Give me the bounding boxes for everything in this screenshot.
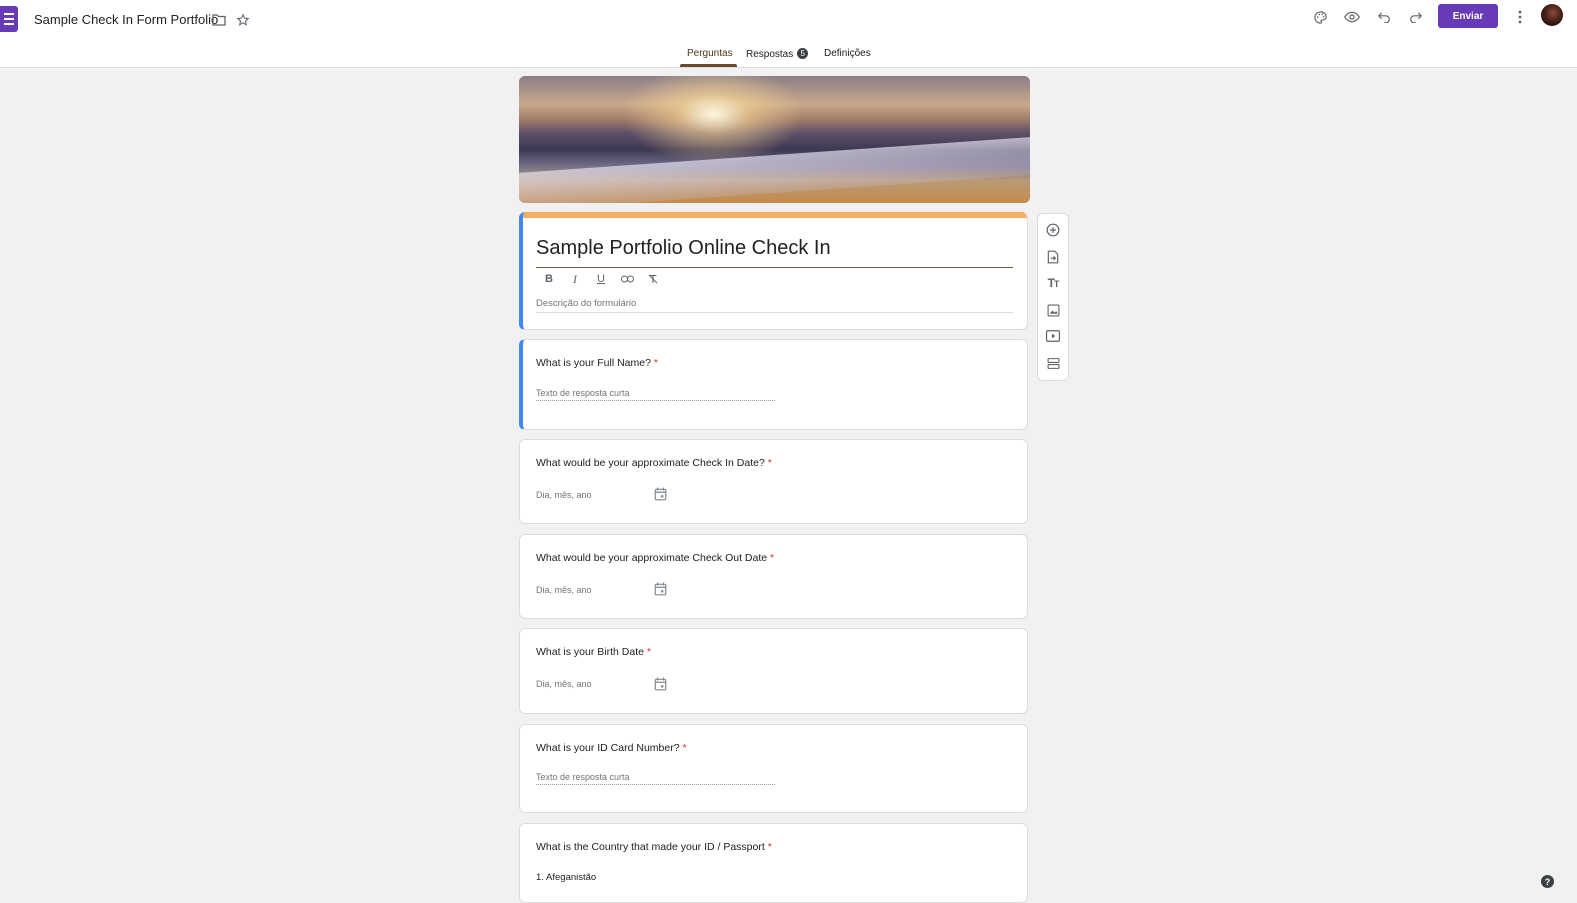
- question-title[interactable]: What would be your approximate Check Out…: [536, 552, 774, 564]
- tab-bar: Perguntas Respostas 5 Definições: [0, 44, 1577, 67]
- required-asterisk: *: [646, 646, 651, 658]
- avatar[interactable]: [1541, 4, 1563, 26]
- question-title-text: What would be your approximate Check In …: [536, 457, 765, 469]
- question-title-text: What would be your approximate Check Out…: [536, 552, 768, 564]
- question-title-text: What is your ID Card Number?: [536, 742, 680, 754]
- question-card[interactable]: What is the Country that made your ID / …: [519, 823, 1028, 903]
- palette-icon[interactable]: [1310, 7, 1330, 27]
- question-title-text: What is your Full Name?: [536, 357, 651, 369]
- document-title[interactable]: Sample Check In Form Portfolio: [34, 12, 218, 27]
- question-title[interactable]: What is your ID Card Number? *: [536, 742, 687, 754]
- required-asterisk: *: [767, 841, 772, 853]
- send-button[interactable]: Enviar: [1438, 4, 1498, 28]
- more-options-icon[interactable]: [1510, 7, 1530, 27]
- add-video-icon[interactable]: [1045, 328, 1061, 344]
- header-image: [519, 76, 1030, 203]
- active-tab-indicator: [680, 64, 737, 67]
- question-title[interactable]: What would be your approximate Check In …: [536, 457, 772, 469]
- question-title-text: What is your Birth Date: [536, 646, 644, 658]
- question-card[interactable]: What would be your approximate Check Out…: [519, 534, 1028, 619]
- date-field: Dia, mês, ano: [536, 585, 592, 595]
- question-title-text: What is the Country that made your ID / …: [536, 841, 765, 853]
- import-questions-icon[interactable]: [1045, 249, 1061, 265]
- date-field: Dia, mês, ano: [536, 490, 592, 500]
- tab-settings[interactable]: Definições: [824, 48, 871, 59]
- italic-icon[interactable]: I: [567, 272, 583, 286]
- preview-eye-icon[interactable]: [1342, 7, 1362, 27]
- folder-icon[interactable]: [211, 12, 227, 28]
- add-section-icon[interactable]: [1045, 355, 1061, 371]
- link-icon[interactable]: [619, 272, 635, 286]
- clear-formatting-icon[interactable]: [645, 272, 661, 286]
- underline-icon[interactable]: U: [593, 272, 609, 286]
- help-icon[interactable]: ?: [1541, 875, 1554, 888]
- question-card[interactable]: What is your ID Card Number? * Texto de …: [519, 724, 1028, 813]
- required-asterisk: *: [653, 357, 658, 369]
- redo-icon[interactable]: [1406, 7, 1426, 27]
- responses-count-badge: 5: [797, 48, 809, 59]
- calendar-icon: [654, 582, 668, 596]
- form-title-card[interactable]: Sample Portfolio Online Check In B I U D…: [519, 212, 1028, 330]
- question-toolbar: TT: [1037, 213, 1069, 381]
- question-card[interactable]: What would be your approximate Check In …: [519, 439, 1028, 524]
- add-title-icon[interactable]: TT: [1045, 275, 1061, 291]
- question-title[interactable]: What is your Full Name? *: [536, 357, 658, 369]
- date-field: Dia, mês, ano: [536, 679, 592, 689]
- calendar-icon: [654, 677, 668, 691]
- question-title[interactable]: What is your Birth Date *: [536, 646, 651, 658]
- undo-icon[interactable]: [1374, 7, 1394, 27]
- short-answer-field: Texto de resposta curta: [536, 388, 775, 401]
- tab-questions-label: Perguntas: [687, 48, 733, 59]
- tab-responses[interactable]: Respostas 5: [746, 48, 809, 60]
- short-answer-field: Texto de resposta curta: [536, 772, 775, 785]
- tab-settings-label: Definições: [824, 48, 871, 59]
- required-asterisk: *: [767, 457, 772, 469]
- star-icon[interactable]: [235, 12, 251, 28]
- question-title[interactable]: What is the Country that made your ID / …: [536, 841, 772, 853]
- tab-questions[interactable]: Perguntas: [687, 48, 733, 59]
- text-format-toolbar: B I U: [541, 272, 661, 286]
- form-title-input[interactable]: Sample Portfolio Online Check In: [536, 237, 1013, 268]
- bold-icon[interactable]: B: [541, 272, 557, 286]
- form-description-input[interactable]: Descrição do formulário: [536, 298, 1013, 313]
- question-card[interactable]: What is your Birth Date * Dia, mês, ano: [519, 628, 1028, 714]
- theme-color-strip: [523, 212, 1027, 218]
- add-image-icon[interactable]: [1045, 302, 1061, 318]
- question-card[interactable]: What is your Full Name? * Texto de respo…: [519, 339, 1028, 430]
- required-asterisk: *: [770, 552, 775, 564]
- required-asterisk: *: [682, 742, 687, 754]
- calendar-icon: [654, 487, 668, 501]
- dropdown-option: 1. Afeganistão: [536, 872, 597, 883]
- tab-responses-label: Respostas: [746, 49, 794, 60]
- forms-logo-icon[interactable]: [0, 6, 18, 32]
- add-question-icon[interactable]: [1045, 222, 1061, 238]
- top-bar: Sample Check In Form Portfolio Enviar Pe…: [0, 0, 1577, 68]
